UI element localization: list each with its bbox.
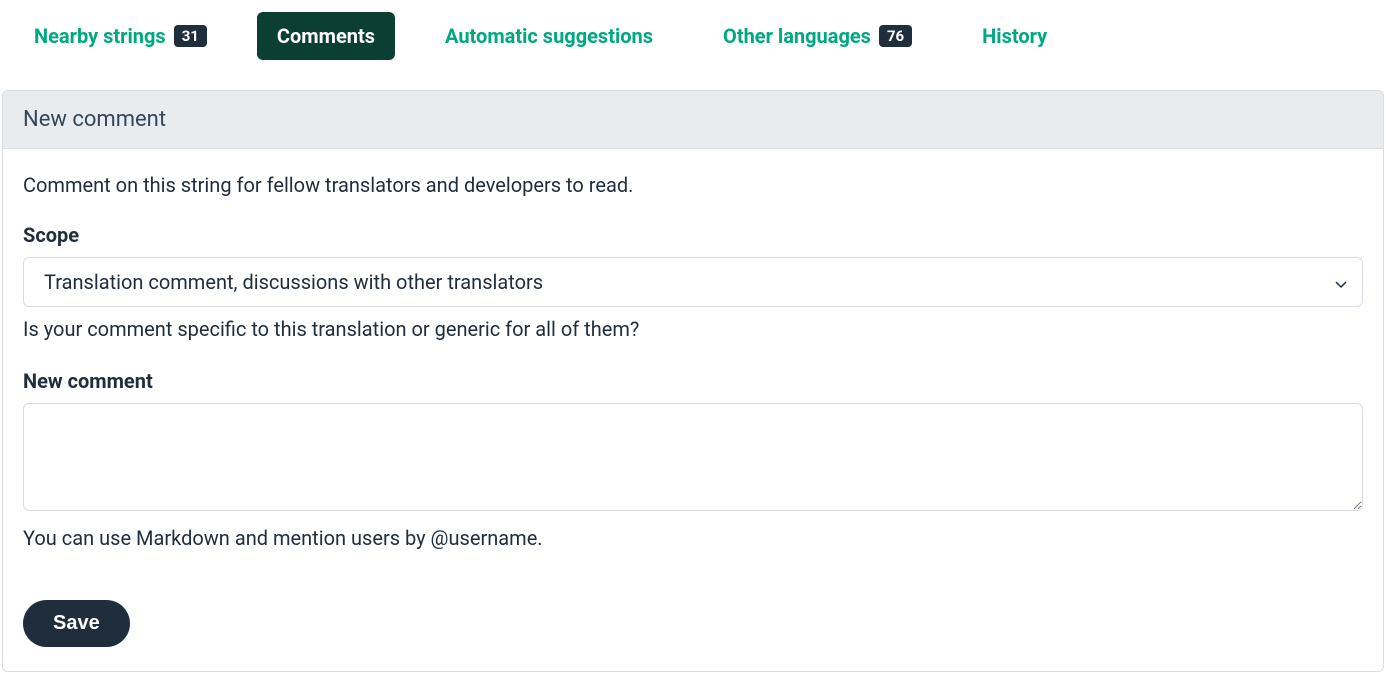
- nearby-count-badge: 31: [174, 25, 207, 47]
- tab-automatic-suggestions[interactable]: Automatic suggestions: [425, 12, 673, 60]
- tab-label: History: [982, 24, 1047, 48]
- tab-label: Automatic suggestions: [445, 24, 653, 48]
- scope-help: Is your comment specific to this transla…: [23, 317, 1363, 341]
- tabs-bar: Nearby strings 31 Comments Automatic sug…: [0, 0, 1386, 60]
- languages-count-badge: 76: [879, 25, 912, 47]
- save-button[interactable]: Save: [23, 600, 130, 647]
- tab-label: Comments: [277, 24, 375, 48]
- tab-nearby-strings[interactable]: Nearby strings 31: [14, 12, 227, 60]
- scope-label: Scope: [23, 223, 1363, 247]
- comment-help: You can use Markdown and mention users b…: [23, 526, 1363, 550]
- scope-select-wrap: Translation comment, discussions with ot…: [23, 257, 1363, 307]
- tab-comments[interactable]: Comments: [257, 12, 395, 60]
- tab-other-languages[interactable]: Other languages 76: [703, 12, 932, 60]
- panel-intro: Comment on this string for fellow transl…: [23, 173, 1363, 197]
- tab-label: Nearby strings: [34, 24, 166, 48]
- tab-label: Other languages: [723, 24, 871, 48]
- scope-select[interactable]: Translation comment, discussions with ot…: [23, 257, 1363, 307]
- comment-textarea[interactable]: [23, 403, 1363, 511]
- tab-history[interactable]: History: [962, 12, 1067, 60]
- panel-body: Comment on this string for fellow transl…: [3, 149, 1383, 671]
- new-comment-panel: New comment Comment on this string for f…: [2, 90, 1384, 672]
- comment-label: New comment: [23, 369, 1363, 393]
- panel-title: New comment: [3, 91, 1383, 149]
